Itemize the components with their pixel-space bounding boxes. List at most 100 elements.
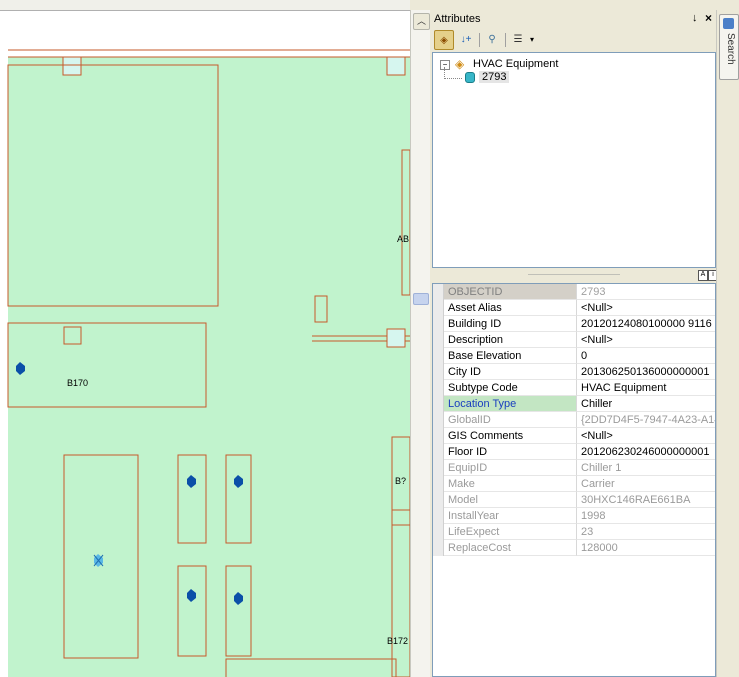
row-header xyxy=(433,284,444,300)
map-scrollbar[interactable]: ︿ xyxy=(410,10,431,677)
grid-row[interactable]: Building ID 20120124080100000 9116 xyxy=(433,316,715,332)
close-icon[interactable]: × xyxy=(705,11,712,25)
field-name: OBJECTID xyxy=(444,284,577,300)
feature-icon xyxy=(465,72,475,83)
field-value[interactable]: 0 xyxy=(577,348,715,364)
floor-plan[interactable] xyxy=(0,0,410,677)
selected-equipment-point[interactable] xyxy=(93,554,104,567)
field-value[interactable]: <Null> xyxy=(577,332,715,348)
row-header xyxy=(433,396,444,412)
floor-area-fill xyxy=(8,57,410,677)
field-name: Location Type xyxy=(444,396,577,412)
grid-row[interactable]: Subtype Code HVAC Equipment xyxy=(433,380,715,396)
grid-row[interactable]: GIS Comments <Null> xyxy=(433,428,715,444)
attributes-icon[interactable]: ◈ xyxy=(434,30,454,50)
grid-row[interactable]: Asset Alias <Null> xyxy=(433,300,715,316)
grid-row[interactable]: EquipID Chiller 1 xyxy=(433,460,715,476)
grid-row[interactable]: LifeExpect 23 xyxy=(433,524,715,540)
field-name: EquipID xyxy=(444,460,577,476)
grid-row[interactable]: Description <Null> xyxy=(433,332,715,348)
column-box xyxy=(386,56,406,76)
list-options-icon[interactable]: ☰ xyxy=(508,30,528,50)
grid-row[interactable]: InstallYear 1998 xyxy=(433,508,715,524)
attribute-grid: OBJECTID 2793 Asset Alias <Null> Building ID… xyxy=(432,283,716,677)
field-name: ReplaceCost xyxy=(444,540,577,556)
row-header xyxy=(433,492,444,508)
field-name: Asset Alias xyxy=(444,300,577,316)
grid-row[interactable]: Model 30HXC146RAE661BA xyxy=(433,492,715,508)
field-value[interactable]: Chiller xyxy=(577,396,715,412)
field-name: Base Elevation xyxy=(444,348,577,364)
splitter-line xyxy=(528,274,620,275)
field-name: Description xyxy=(444,332,577,348)
grid-row[interactable]: ReplaceCost 128000 xyxy=(433,540,715,556)
field-name: Make xyxy=(444,476,577,492)
side-tab-strip: Search xyxy=(716,10,739,677)
field-name: Model xyxy=(444,492,577,508)
tree-connector xyxy=(444,78,462,79)
field-value[interactable]: 30HXC146RAE661BA xyxy=(577,492,715,508)
field-value[interactable]: 2793 xyxy=(577,284,715,300)
tree-feature-node[interactable]: 2793 xyxy=(479,71,510,83)
splitter-grip[interactable] xyxy=(413,293,429,305)
chevron-up-icon[interactable]: ︿ xyxy=(413,13,430,30)
chevron-down-icon[interactable]: ▾ xyxy=(530,35,534,44)
room-label: AB xyxy=(397,234,410,244)
row-header xyxy=(433,316,444,332)
row-header xyxy=(433,540,444,556)
field-value[interactable]: Chiller 1 xyxy=(577,460,715,476)
grid-row[interactable]: City ID 201306250136000000001 xyxy=(433,364,715,380)
field-name: GIS Comments xyxy=(444,428,577,444)
field-value[interactable]: 1998 xyxy=(577,508,715,524)
row-header xyxy=(433,524,444,540)
map-view[interactable]: AB B170 B? B172 xyxy=(0,0,410,677)
grid-splitter[interactable]: A i xyxy=(432,268,718,282)
sort-alpha-icon[interactable]: A xyxy=(698,270,708,281)
field-name: GlobalID xyxy=(444,412,577,428)
field-name: Floor ID xyxy=(444,444,577,460)
row-header xyxy=(433,380,444,396)
pin-icon[interactable]: ↓ xyxy=(692,12,698,24)
room-label: B170 xyxy=(67,378,89,388)
row-header xyxy=(433,476,444,492)
field-name: Building ID xyxy=(444,316,577,332)
row-header xyxy=(433,460,444,476)
field-value[interactable]: 128000 xyxy=(577,540,715,556)
field-value[interactable]: Carrier xyxy=(577,476,715,492)
field-value[interactable]: 20120124080100000 9116 xyxy=(577,316,715,332)
feature-tree[interactable]: − ◈ HVAC Equipment 2793 xyxy=(432,52,716,268)
field-value[interactable]: 201206230246000000001 xyxy=(577,444,715,460)
row-header xyxy=(433,428,444,444)
tree-layer-node[interactable]: HVAC Equipment xyxy=(473,58,558,70)
grid-row[interactable]: Base Elevation 0 xyxy=(433,348,715,364)
field-name: InstallYear xyxy=(444,508,577,524)
panel-title: Attributes xyxy=(434,13,481,25)
field-value[interactable]: 23 xyxy=(577,524,715,540)
field-value[interactable]: {2DD7D4F5-7947-4A23-A14A- xyxy=(577,412,715,428)
room-label: B172 xyxy=(387,636,409,646)
grid-row[interactable]: GlobalID{2DD7D4F5-7947-4A23-A14A- xyxy=(433,412,715,428)
sort-icon[interactable]: ↓+ xyxy=(456,30,476,50)
field-value[interactable]: <Null> xyxy=(577,428,715,444)
grid-row[interactable]: Make Carrier xyxy=(433,476,715,492)
grid-row[interactable]: Location Type Chiller xyxy=(433,396,715,412)
column-box xyxy=(386,328,406,348)
map-background-strip xyxy=(0,11,410,50)
grid-row[interactable]: OBJECTID 2793 xyxy=(433,284,715,300)
field-value[interactable]: HVAC Equipment xyxy=(577,380,715,396)
column-box xyxy=(62,56,82,76)
field-value[interactable]: <Null> xyxy=(577,300,715,316)
layers-icon[interactable]: ⚲ xyxy=(482,30,502,50)
row-header xyxy=(433,348,444,364)
toolbar-separator xyxy=(479,33,480,47)
grid-row[interactable]: Floor ID 201206230246000000001 xyxy=(433,444,715,460)
row-header xyxy=(433,412,444,428)
search-tab-label: Search xyxy=(725,33,736,65)
row-header xyxy=(433,364,444,380)
search-icon xyxy=(723,18,734,29)
field-value[interactable]: 201306250136000000001 xyxy=(577,364,715,380)
field-name: City ID xyxy=(444,364,577,380)
field-name: LifeExpect xyxy=(444,524,577,540)
search-tab[interactable]: Search xyxy=(719,14,739,80)
attributes-toolbar: ◈ ↓+ ⚲ ☰ ▾ xyxy=(434,30,554,50)
